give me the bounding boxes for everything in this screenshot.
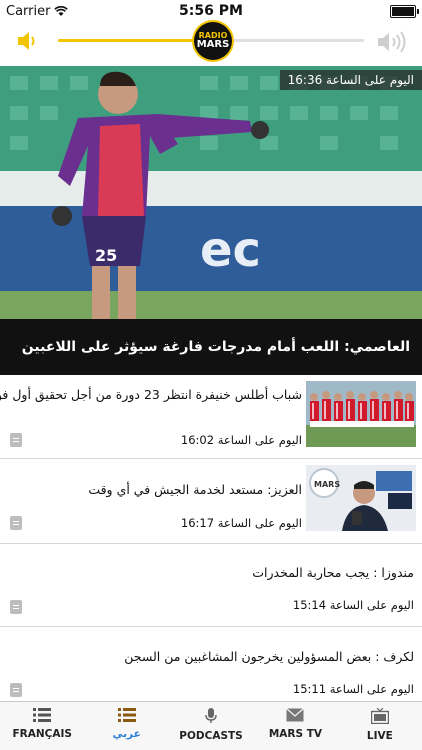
article-title: مندوزا : يجب محاربة المخدرات xyxy=(252,565,414,580)
article-title: العزيز: مستعد لخدمة الجيش في أي وقت xyxy=(88,482,302,497)
carrier-label: Carrier xyxy=(6,3,51,19)
tab-bar: FRANÇAIS عربي PODCASTS MARS TV LIVE xyxy=(0,701,422,750)
svg-text:ec: ec xyxy=(200,222,261,278)
list-item[interactable]: شباب أطلس خنيفرة انتظر 23 دورة من أجل تح… xyxy=(0,375,422,459)
status-bar: Carrier 5:56 PM xyxy=(0,0,422,22)
tab-label: عربي xyxy=(112,728,141,740)
tab-mars-tv[interactable]: MARS TV xyxy=(253,702,337,750)
tab-arabic[interactable]: عربي xyxy=(84,702,168,750)
featured-article[interactable]: ec 25 اليوم على الساعة 16:36 العاصمي: ال… xyxy=(0,66,422,375)
article-time: اليوم على الساعة 16:17 xyxy=(180,516,302,530)
battery-icon xyxy=(390,4,419,18)
tab-label: LIVE xyxy=(366,730,393,742)
featured-headline: العاصمي: اللعب أمام مدرجات فارغة سيؤثر ع… xyxy=(0,319,422,375)
article-title: شباب أطلس خنيفرة انتظر 23 دورة من أجل تح… xyxy=(0,387,302,402)
list-item[interactable]: MARS العزيز: مستعد لخدمة الجيش في أي وقت… xyxy=(0,459,422,544)
document-icon xyxy=(10,516,22,530)
article-time: اليوم على الساعة 15:14 xyxy=(292,598,414,612)
article-list: شباب أطلس خنيفرة انتظر 23 دورة من أجل تح… xyxy=(0,375,422,701)
list-item[interactable]: لكرف : بعض المسؤولين يخرجون المشاغبين من… xyxy=(0,627,422,701)
list-icon xyxy=(117,708,136,722)
article-time: اليوم على الساعة 16:02 xyxy=(180,433,302,447)
microphone-icon xyxy=(205,708,217,723)
wifi-icon xyxy=(54,5,69,16)
player-bar: RADIO MARS xyxy=(0,22,422,66)
radio-mars-logo: RADIO MARS xyxy=(194,22,232,60)
article-title: لكرف : بعض المسؤولين يخرجون المشاغبين من… xyxy=(124,649,414,664)
status-left: Carrier xyxy=(6,3,69,19)
tab-live[interactable]: LIVE xyxy=(338,702,422,750)
article-thumbnail xyxy=(306,381,416,447)
volume-slider-fill xyxy=(58,39,199,42)
tab-podcasts[interactable]: PODCASTS xyxy=(169,702,253,750)
svg-text:MARS: MARS xyxy=(314,480,340,489)
logo-line2: MARS xyxy=(196,39,230,50)
tab-francais[interactable]: FRANÇAIS xyxy=(0,702,84,750)
tab-label: MARS TV xyxy=(268,728,322,740)
featured-timestamp: اليوم على الساعة 16:36 xyxy=(279,70,422,90)
svg-text:25: 25 xyxy=(95,246,117,265)
featured-photo: ec 25 xyxy=(0,66,422,319)
tab-label: FRANÇAIS xyxy=(12,728,72,740)
envelope-icon xyxy=(286,708,305,722)
document-icon xyxy=(10,433,22,447)
list-item[interactable]: مندوزا : يجب محاربة المخدرات اليوم على ا… xyxy=(0,544,422,627)
volume-max-icon[interactable] xyxy=(376,30,408,54)
volume-min-icon[interactable] xyxy=(16,30,40,52)
article-time: اليوم على الساعة 15:11 xyxy=(292,682,414,696)
tv-icon xyxy=(370,708,389,724)
list-icon xyxy=(33,708,52,722)
document-icon xyxy=(10,683,22,697)
document-icon xyxy=(10,600,22,614)
article-thumbnail: MARS xyxy=(306,465,416,531)
tab-label: PODCASTS xyxy=(179,730,243,742)
